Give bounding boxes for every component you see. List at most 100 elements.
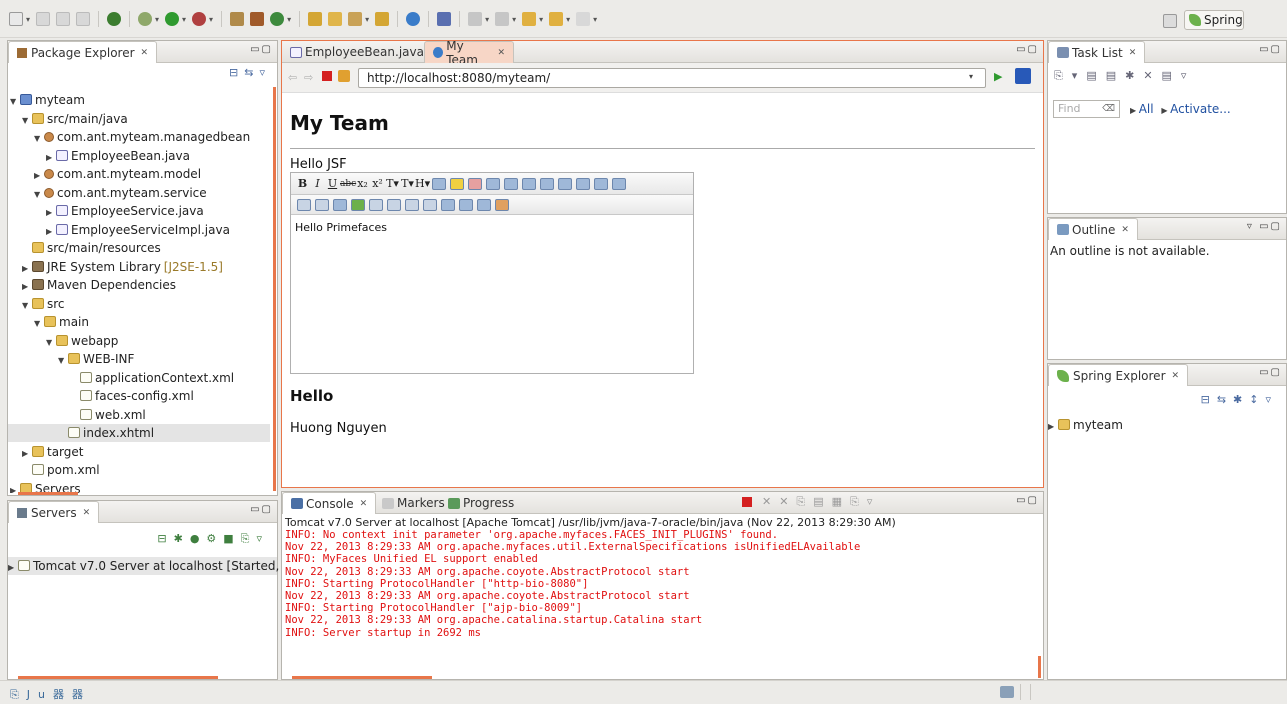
expand-arrow-icon[interactable]: ▶ <box>34 167 44 185</box>
server-action-icons[interactable]: ⊟✱●⚙■⎘▿ <box>157 532 269 546</box>
expand-arrow-icon[interactable]: ▶ <box>8 559 18 577</box>
unlink-icon[interactable] <box>387 198 401 211</box>
clear-icon[interactable]: ⌫ <box>1102 101 1115 117</box>
collapse-arrow-icon[interactable]: ▼ <box>34 186 44 204</box>
tree-item[interactable]: ▼ main <box>8 313 270 331</box>
highlight-icon[interactable] <box>450 177 464 190</box>
strikethrough-icon[interactable]: abc <box>340 179 356 189</box>
open-type-icon[interactable] <box>308 12 323 26</box>
server-row[interactable]: ▶ Tomcat v7.0 Server at localhost [Starte… <box>8 557 305 577</box>
debug-icon[interactable] <box>138 12 153 26</box>
h-scrollbar[interactable] <box>292 676 432 679</box>
tab-package-explorer[interactable]: Package Explorer ✕ <box>8 41 158 63</box>
tree-item[interactable]: ▼ webapp <box>8 332 270 350</box>
url-dropdown-icon[interactable]: ▾ <box>969 72 973 81</box>
expand-arrow-icon[interactable]: ▶ <box>46 223 56 241</box>
tree-item[interactable]: ▶ EmployeeService.java <box>8 202 270 220</box>
collapse-arrow-icon[interactable]: ▼ <box>22 297 32 315</box>
forward-icon[interactable] <box>576 12 591 26</box>
align-right-icon[interactable] <box>594 177 608 190</box>
tab-employee-bean[interactable]: EmployeeBean.java <box>282 41 432 63</box>
tree-item[interactable]: web.xml <box>8 406 270 424</box>
tree-item[interactable]: ▼ com.ant.myteam.managedbean <box>8 128 270 146</box>
bullet-list-icon[interactable] <box>486 177 500 190</box>
tree-item[interactable]: ▶ com.ant.myteam.model <box>8 165 270 183</box>
print-icon[interactable] <box>477 198 491 211</box>
tree-item[interactable]: ▼ src/main/java <box>8 110 270 128</box>
expand-arrow-icon[interactable]: ▶ <box>22 278 32 296</box>
tree-item[interactable]: index.xhtml <box>8 424 270 442</box>
link-icon[interactable] <box>369 198 383 211</box>
tab-servers[interactable]: Servers ✕ <box>8 501 100 523</box>
back-icon[interactable] <box>549 12 564 26</box>
tree-item[interactable]: faces-config.xml <box>8 387 270 405</box>
scrollbar[interactable] <box>273 87 276 491</box>
redo-icon[interactable] <box>315 198 329 211</box>
heading-icon[interactable]: H▾ <box>415 177 430 190</box>
mark-occurrences-icon[interactable] <box>437 12 452 26</box>
browser-go-icon[interactable]: ▶ <box>994 70 1002 83</box>
tab-task-list[interactable]: Task List ✕ <box>1048 41 1146 63</box>
numbered-list-icon[interactable] <box>504 177 518 190</box>
open-external-icon[interactable] <box>1015 68 1031 84</box>
source-icon[interactable] <box>495 198 509 211</box>
outdent-icon[interactable] <box>522 177 536 190</box>
expand-arrow-icon[interactable]: ▶ <box>46 149 56 167</box>
network-icon[interactable] <box>1000 686 1014 698</box>
tree-item[interactable]: ▶ Servers <box>8 480 270 493</box>
collapse-link-icons[interactable]: ⊟⇆▿ <box>229 66 271 79</box>
close-icon[interactable]: ✕ <box>1172 371 1180 381</box>
browser-stop-icon[interactable] <box>322 71 332 81</box>
tab-outline[interactable]: Outline ✕ <box>1048 218 1138 240</box>
open-task-icon[interactable] <box>328 12 343 26</box>
align-center-icon[interactable] <box>576 177 590 190</box>
align-left-icon[interactable] <box>558 177 572 190</box>
external-tools-icon[interactable] <box>192 12 207 26</box>
indent-icon[interactable] <box>540 177 554 190</box>
browser-forward-icon[interactable]: ⇨ <box>304 71 313 84</box>
print-icon[interactable] <box>76 12 91 26</box>
browser-back-icon[interactable]: ⇦ <box>288 71 297 84</box>
spring-explorer-action-icons[interactable]: ⊟⇆✱↕▿ <box>1201 393 1278 406</box>
text-color-icon[interactable] <box>432 177 446 190</box>
tree-item[interactable]: ▶ Maven Dependencies <box>8 276 270 294</box>
activate-link[interactable]: Activate... <box>1170 102 1231 116</box>
close-icon[interactable]: ✕ <box>83 508 91 518</box>
url-field[interactable]: http://localhost:8080/myteam/ <box>358 68 986 88</box>
expand-arrow-icon[interactable]: ▶ <box>46 204 56 222</box>
next-annotation-icon[interactable] <box>468 12 483 26</box>
clear-format-icon[interactable] <box>468 177 482 190</box>
spring-tree-item[interactable]: ▶ myteam <box>1048 416 1123 434</box>
close-icon[interactable]: ✕ <box>497 48 505 58</box>
all-link[interactable]: All <box>1139 102 1154 116</box>
tree-item[interactable]: ▼ com.ant.myteam.service <box>8 184 270 202</box>
collapse-arrow-icon[interactable]: ▼ <box>46 334 56 352</box>
italic-icon[interactable]: I <box>310 177 325 190</box>
collapse-arrow-icon[interactable]: ▼ <box>10 93 20 111</box>
toggle-spring-icon[interactable] <box>107 12 122 26</box>
close-icon[interactable]: ✕ <box>141 48 149 58</box>
browser-refresh-icon[interactable] <box>338 70 350 82</box>
open-folder-icon[interactable] <box>375 12 390 26</box>
expand-arrow-icon[interactable]: ▶ <box>22 260 32 278</box>
minimize-maximize-icons[interactable]: ▭▢ <box>1016 495 1039 506</box>
collapse-arrow-icon[interactable]: ▼ <box>34 315 44 333</box>
font-size-icon[interactable]: T▾ <box>400 177 415 190</box>
close-icon[interactable]: ✕ <box>1121 225 1129 235</box>
close-icon[interactable]: ✕ <box>360 499 368 509</box>
collapse-arrow-icon[interactable]: ▼ <box>34 130 44 148</box>
new-icon[interactable] <box>9 12 23 26</box>
new-package-icon[interactable] <box>250 12 265 26</box>
search-tool-icon[interactable] <box>348 12 363 26</box>
tree-item[interactable]: ▼ myteam <box>8 91 270 109</box>
tree-item[interactable]: ▶ JRE System Library [J2SE-1.5] <box>8 258 270 276</box>
save-all-icon[interactable] <box>56 12 71 26</box>
expand-arrow-icon[interactable]: ▶ <box>22 445 32 463</box>
paste-icon[interactable] <box>441 198 455 211</box>
task-action-icons[interactable]: ⎘▾▤▤✱✕▤▿ <box>1054 69 1195 83</box>
tree-item[interactable]: ▶ EmployeeBean.java <box>8 147 270 165</box>
collapse-arrow-icon[interactable]: ▼ <box>58 352 68 370</box>
bold-icon[interactable]: B <box>295 177 310 190</box>
collapse-arrow-icon[interactable]: ▼ <box>22 112 32 130</box>
font-icon[interactable]: T▾ <box>385 177 400 190</box>
